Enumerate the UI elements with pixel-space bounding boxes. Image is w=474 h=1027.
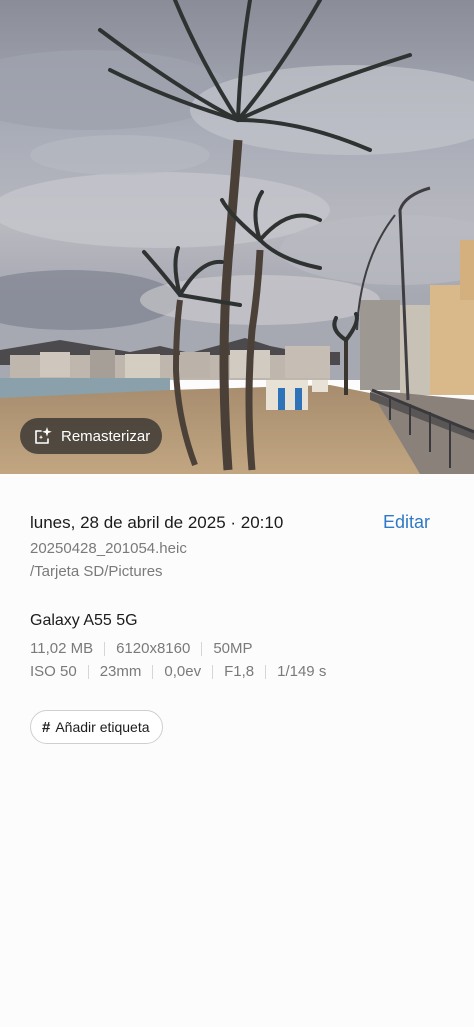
file-specs: 11,02 MB 6120x8160 50MP bbox=[30, 640, 253, 657]
remaster-label: Remasterizar bbox=[61, 427, 151, 445]
camera-specs: ISO 50 23mm 0,0ev F1,8 1/149 s bbox=[30, 663, 326, 680]
aperture: F1,8 bbox=[224, 663, 255, 680]
date-time: lunes, 28 de abril de 2025 · 20:10 bbox=[30, 513, 284, 532]
divider bbox=[265, 664, 267, 679]
add-tag-button[interactable]: # Añadir etiqueta bbox=[30, 710, 163, 744]
iso: ISO 50 bbox=[30, 663, 77, 680]
file-size: 11,02 MB bbox=[30, 640, 94, 657]
hash-icon: # bbox=[42, 718, 51, 736]
date-row: lunes, 28 de abril de 2025 · 20:10 Edita… bbox=[30, 512, 430, 533]
sparkle-frame-icon bbox=[35, 427, 52, 444]
edit-button[interactable]: Editar bbox=[383, 512, 430, 533]
shutter-speed: 1/149 s bbox=[277, 663, 327, 680]
divider bbox=[201, 641, 203, 656]
file-path: /Tarjeta SD/Pictures bbox=[30, 563, 163, 580]
device-name: Galaxy A55 5G bbox=[30, 612, 138, 629]
beach-photo bbox=[0, 0, 474, 474]
filename: 20250428_201054.heic bbox=[30, 540, 187, 557]
details-panel: lunes, 28 de abril de 2025 · 20:10 Edita… bbox=[0, 474, 474, 1027]
divider bbox=[87, 664, 89, 679]
add-tag-label: Añadir etiqueta bbox=[55, 719, 150, 735]
resolution: 6120x8160 bbox=[116, 640, 191, 657]
divider bbox=[104, 641, 106, 656]
photo-preview[interactable]: Remasterizar bbox=[0, 0, 474, 474]
exposure-value: 0,0ev bbox=[164, 663, 202, 680]
divider bbox=[152, 664, 154, 679]
remaster-button[interactable]: Remasterizar bbox=[20, 418, 163, 454]
focal-length: 23mm bbox=[99, 663, 142, 680]
divider bbox=[212, 664, 214, 679]
megapixels: 50MP bbox=[213, 640, 253, 657]
